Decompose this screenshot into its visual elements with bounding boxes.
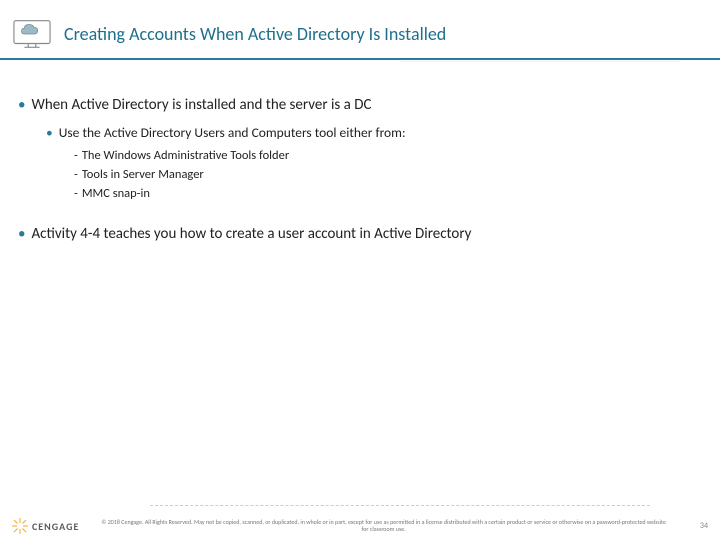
bullet-dot-icon: • (18, 96, 25, 114)
bullet-level-3: -MMC snap-in (74, 185, 702, 204)
decorative-rule (150, 505, 650, 506)
starburst-icon (12, 518, 28, 534)
brand-text: CENGAGE (32, 520, 79, 533)
bullet-text: Activity 4-4 teaches you how to create a… (31, 225, 471, 243)
bullet-level-3: -Tools in Server Manager (74, 166, 702, 185)
dash-icon: - (74, 148, 78, 163)
bullet-text: When Active Directory is installed and t… (31, 96, 371, 114)
page-number: 34 (688, 521, 708, 531)
bullet-level-1: • Activity 4-4 teaches you how to create … (18, 225, 702, 243)
bullet-text: The Windows Administrative Tools folder (82, 148, 289, 163)
slide-header: Creating Accounts When Active Directory … (0, 0, 720, 60)
header-logo (10, 18, 54, 50)
dash-icon: - (74, 167, 78, 182)
bullet-text: Tools in Server Manager (82, 167, 204, 182)
copyright-text: © 2018 Cengage. All Rights Reserved. May… (79, 519, 688, 533)
cengage-logo: CENGAGE (12, 518, 79, 534)
bullet-level-2: • Use the Active Directory Users and Comp… (46, 124, 702, 141)
bullet-level-3: -The Windows Administrative Tools folder (74, 147, 702, 166)
cloud-monitor-icon (13, 18, 51, 50)
bullet-dot-icon: • (18, 225, 25, 243)
bullet-level-1: • When Active Directory is installed and … (18, 96, 702, 114)
bullet-text: Use the Active Directory Users and Compu… (59, 124, 406, 141)
slide-body: • When Active Directory is installed and … (0, 60, 720, 243)
bullet-dot-icon: • (46, 124, 53, 141)
bullet-text: MMC snap-in (82, 186, 150, 201)
decorative-rule (400, 61, 680, 62)
slide-title: Creating Accounts When Active Directory … (64, 23, 446, 45)
dash-icon: - (74, 186, 78, 201)
slide-footer: CENGAGE © 2018 Cengage. All Rights Reser… (0, 518, 720, 534)
